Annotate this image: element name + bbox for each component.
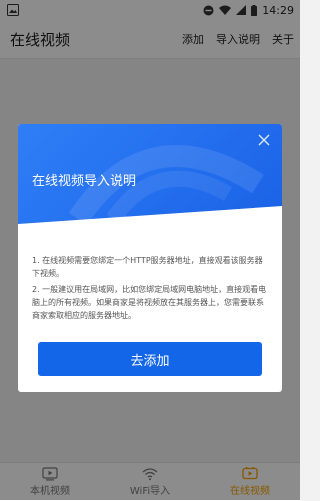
dialog-header: 在线视频导入说明 — [18, 124, 282, 224]
dialog-paragraph-2: 2. 一般建议用在局域网，比如您绑定局域网电脑地址，直接观看电脑上的所有视频。如… — [32, 285, 267, 320]
dialog-title: 在线视频导入说明 — [32, 174, 137, 189]
go-add-button[interactable]: 去添加 — [38, 342, 262, 376]
close-icon[interactable] — [258, 134, 270, 146]
dialog-paragraph-1: 1. 在线视频需要您绑定一个HTTP服务器地址，直接观看该服务器下视频。 — [32, 256, 263, 278]
import-help-dialog: 在线视频导入说明 1. 在线视频需要您绑定一个HTTP服务器地址，直接观看该服务… — [18, 124, 282, 392]
